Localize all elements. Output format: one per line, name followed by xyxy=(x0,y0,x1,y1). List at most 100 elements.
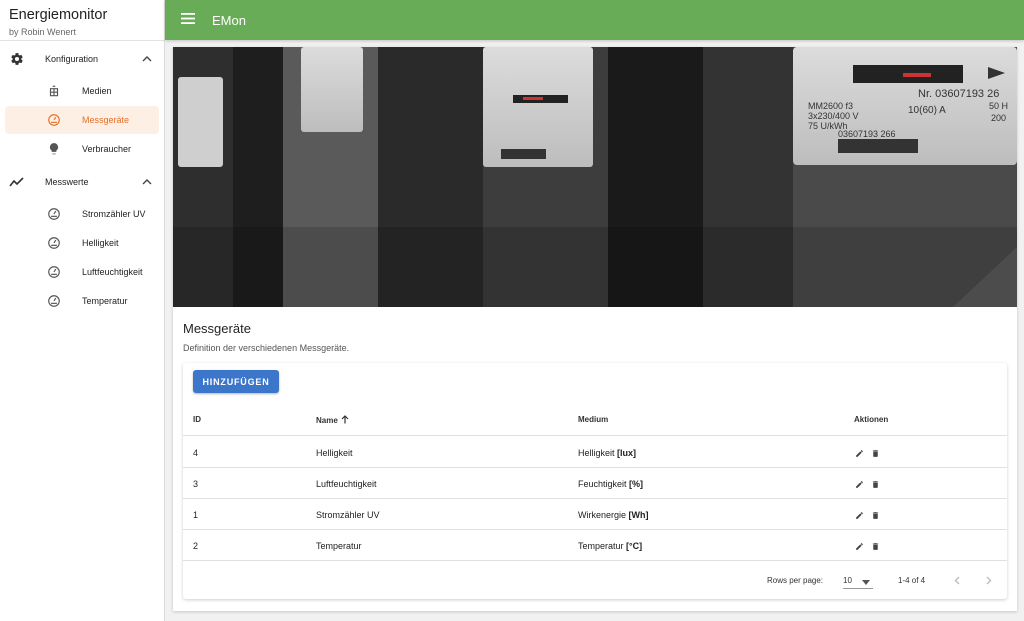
nav-group-label: Messwerte xyxy=(45,177,89,187)
cell-medium: Temperatur [°C] xyxy=(578,541,642,551)
gauge-icon xyxy=(46,264,62,280)
sidebar-item-messgeraete[interactable]: Messgeräte xyxy=(5,106,159,134)
sidebar-item-helligkeit[interactable]: Helligkeit xyxy=(5,229,159,257)
cell-medium: Helligkeit [lux] xyxy=(578,448,636,458)
table-pagination: Rows per page: 10 1-4 of 4 xyxy=(183,564,1007,598)
brand-subtitle: by Robin Wenert xyxy=(9,27,76,37)
brand-header: Energiemonitor by Robin Wenert xyxy=(0,0,164,41)
brand-title: Energiemonitor xyxy=(9,7,108,23)
delete-trash-icon[interactable] xyxy=(870,479,880,489)
delete-trash-icon[interactable] xyxy=(870,541,880,551)
cell-name: Luftfeuchtigkeit xyxy=(316,479,377,489)
chevron-up-icon xyxy=(142,177,152,187)
chevron-right-icon xyxy=(986,576,992,584)
row-actions xyxy=(854,479,880,489)
row-actions xyxy=(854,510,880,520)
sidebar-item-label: Luftfeuchtigkeit xyxy=(82,267,143,277)
trend-line-icon xyxy=(9,174,25,190)
gauge-icon xyxy=(46,293,62,309)
column-header-id[interactable]: ID xyxy=(193,415,201,424)
table-header: ID Name Medium Aktionen xyxy=(183,405,1007,436)
meter-extra-text: 200 xyxy=(991,113,1006,123)
menu-button[interactable] xyxy=(170,0,206,40)
rows-per-page-select[interactable]: 10 xyxy=(843,571,873,589)
sidebar-item-label: Stromzähler UV xyxy=(82,209,146,219)
edit-pencil-icon[interactable] xyxy=(854,541,864,551)
row-actions xyxy=(854,448,880,458)
sidebar-item-medien[interactable]: Medien xyxy=(5,77,159,105)
medium-name: Temperatur xyxy=(578,541,624,551)
meter-current-text: 10(60) A xyxy=(908,105,946,116)
dropdown-arrow-icon xyxy=(862,578,870,587)
rows-per-page-value: 10 xyxy=(843,576,852,585)
page-subtitle: Definition der verschiedenen Messgeräte. xyxy=(183,343,350,353)
delete-trash-icon[interactable] xyxy=(870,448,880,458)
app-title: EMon xyxy=(212,12,246,28)
sidebar-item-temperatur[interactable]: Temperatur xyxy=(5,287,159,315)
cell-id: 3 xyxy=(193,479,199,489)
edit-pencil-icon[interactable] xyxy=(854,448,864,458)
medium-name: Wirkenergie xyxy=(578,510,627,520)
cell-name: Stromzähler UV xyxy=(316,510,380,520)
chevron-up-icon xyxy=(142,54,152,64)
table-row: 4 Helligkeit Helligkeit [lux] xyxy=(183,437,1007,468)
medium-unit: [°C] xyxy=(626,541,643,551)
gauge-icon xyxy=(46,235,62,251)
sidebar-item-label: Temperatur xyxy=(82,296,128,306)
pagination-range: 1-4 of 4 xyxy=(898,576,926,585)
cell-id: 1 xyxy=(193,510,199,520)
sidebar-item-label: Messgeräte xyxy=(82,115,130,125)
gauge-icon xyxy=(46,112,62,128)
medien-icon xyxy=(46,83,62,99)
main-card: MM2600 f3 3x230/400 V 75 U/kWh 10(60) A … xyxy=(173,47,1017,611)
add-button[interactable]: HINZUFÜGEN xyxy=(193,370,279,393)
table-row: 3 Luftfeuchtigkeit Feuchtigkeit [%] xyxy=(183,468,1007,499)
sort-arrow-up-icon xyxy=(341,415,349,426)
column-header-medium[interactable]: Medium xyxy=(578,415,608,424)
cell-medium: Feuchtigkeit [%] xyxy=(578,479,643,489)
meter-voltage-text: 3x230/400 V xyxy=(808,111,859,121)
rows-per-page-label: Rows per page: xyxy=(767,576,824,585)
column-header-name-label: Name xyxy=(316,416,338,425)
column-header-name[interactable]: Name xyxy=(316,415,349,426)
sidebar-item-verbraucher[interactable]: Verbraucher xyxy=(5,135,159,163)
chevron-left-icon xyxy=(954,576,960,584)
sidebar-item-label: Helligkeit xyxy=(82,238,119,248)
next-page-button[interactable] xyxy=(982,573,996,587)
cell-name: Helligkeit xyxy=(316,448,353,458)
hero-illustration: MM2600 f3 3x230/400 V 75 U/kWh 10(60) A … xyxy=(173,47,1017,307)
row-actions xyxy=(854,541,880,551)
data-table: HINZUFÜGEN ID Name Medium Aktionen 4 Hel… xyxy=(183,363,1007,599)
cell-id: 4 xyxy=(193,448,199,458)
medium-unit: [Wh] xyxy=(628,510,649,520)
gear-icon xyxy=(9,51,25,67)
edit-pencil-icon[interactable] xyxy=(854,479,864,489)
nav-group-label: Konfiguration xyxy=(45,54,99,64)
sidebar-item-label: Verbraucher xyxy=(82,144,132,154)
previous-page-button[interactable] xyxy=(950,573,964,587)
meter-number-text: Nr. 03607193 26 xyxy=(918,88,999,100)
meter-frequency-text: 50 H xyxy=(989,101,1008,111)
lightbulb-icon xyxy=(46,141,62,157)
cell-medium: Wirkenergie [Wh] xyxy=(578,510,649,520)
cell-name: Temperatur xyxy=(316,541,362,551)
hamburger-menu-icon xyxy=(181,11,195,29)
medium-name: Helligkeit xyxy=(578,448,615,458)
app-bar: EMon xyxy=(165,0,1024,40)
hero-image-electricity-meters: MM2600 f3 3x230/400 V 75 U/kWh 10(60) A … xyxy=(173,47,1017,307)
nav-group-messwerte[interactable]: Messwerte xyxy=(0,164,164,200)
medium-unit: [lux] xyxy=(617,448,637,458)
sidebar-item-stromzaehler-uv[interactable]: Stromzähler UV xyxy=(5,200,159,228)
sidebar-item-luftfeuchtigkeit[interactable]: Luftfeuchtigkeit xyxy=(5,258,159,286)
nav-group-konfiguration[interactable]: Konfiguration xyxy=(0,41,164,77)
table-row: 2 Temperatur Temperatur [°C] xyxy=(183,530,1007,561)
delete-trash-icon[interactable] xyxy=(870,510,880,520)
table-row: 1 Stromzähler UV Wirkenergie [Wh] xyxy=(183,499,1007,530)
edit-pencil-icon[interactable] xyxy=(854,510,864,520)
navigation-drawer: Energiemonitor by Robin Wenert Konfigura… xyxy=(0,0,165,621)
gauge-icon xyxy=(46,206,62,222)
meter-model-text: MM2600 f3 xyxy=(808,101,853,111)
sidebar-item-label: Medien xyxy=(82,86,112,96)
page-title: Messgeräte xyxy=(183,321,251,336)
column-header-aktionen: Aktionen xyxy=(854,415,889,424)
